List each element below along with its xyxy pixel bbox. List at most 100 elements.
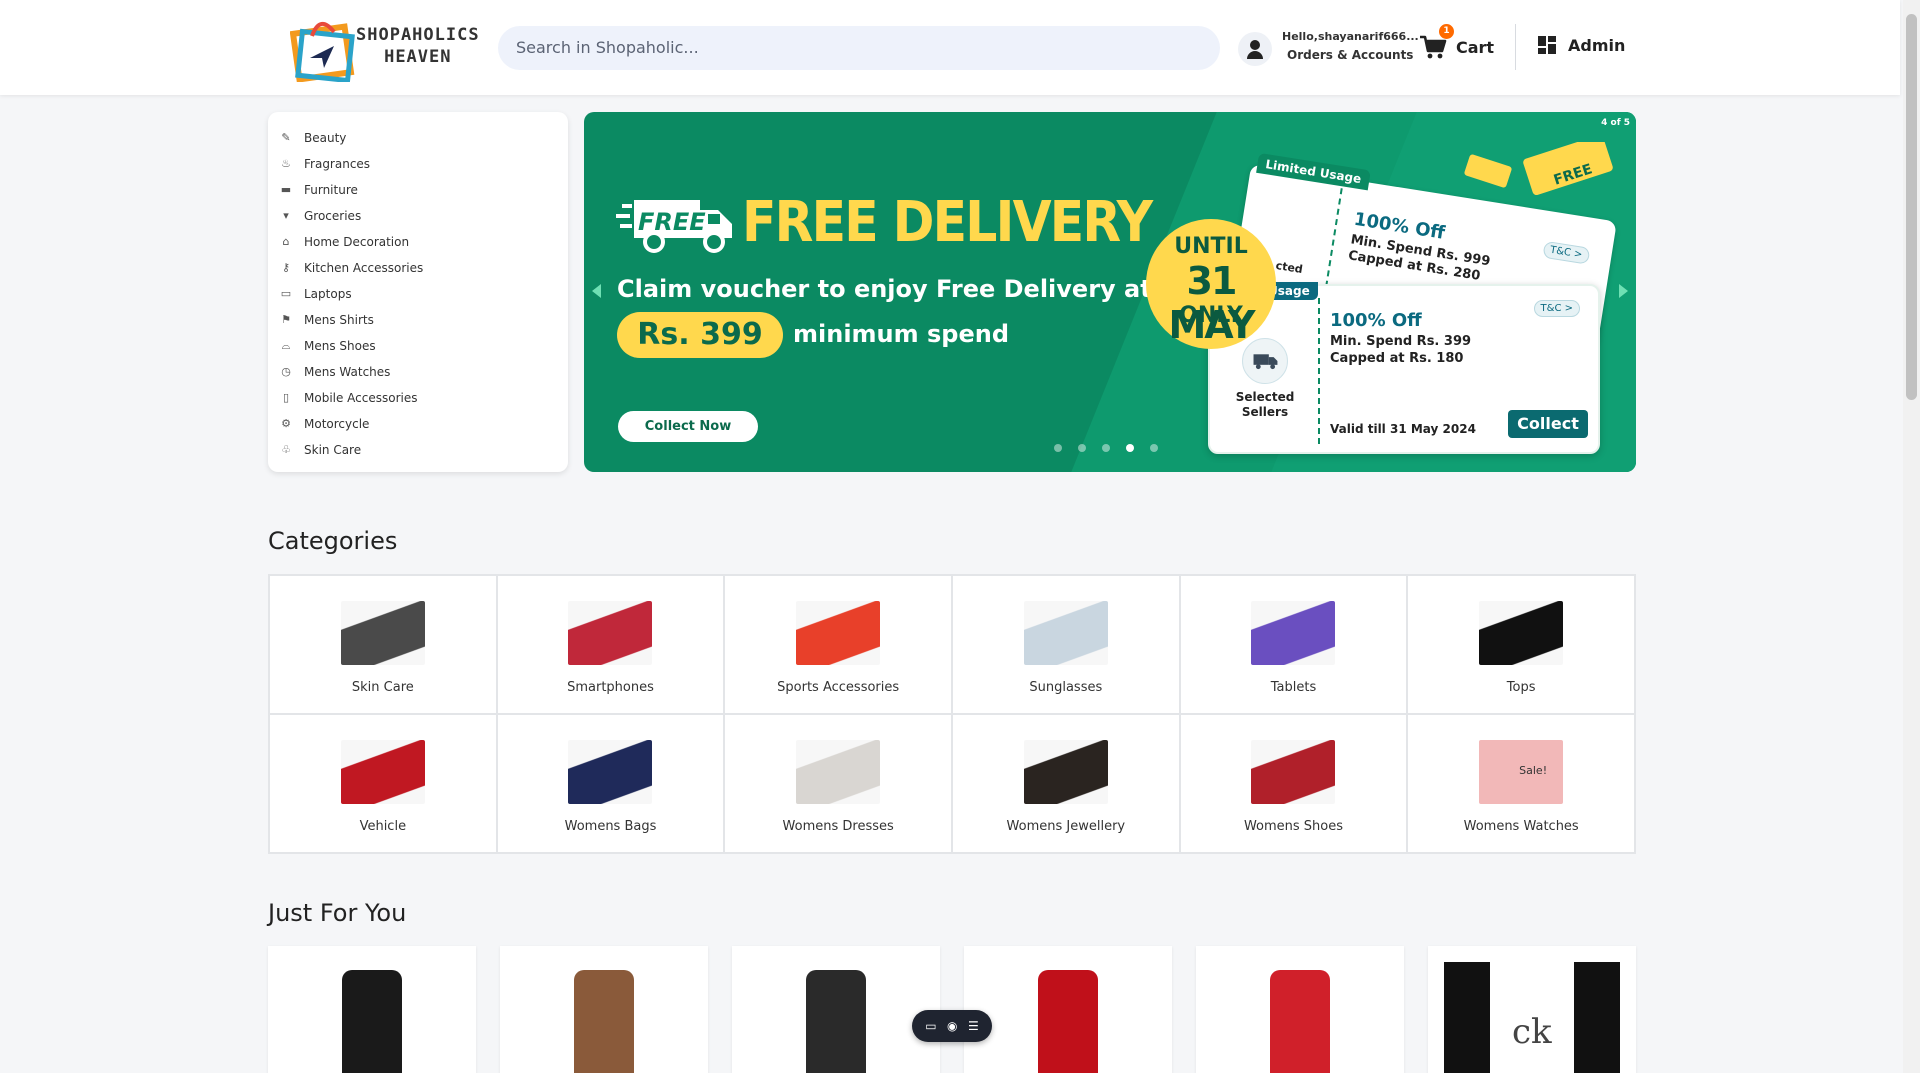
category-label: Womens Dresses xyxy=(782,819,894,834)
voucher-discount: 100% Off xyxy=(1330,310,1422,331)
sidebar-item-label: Groceries xyxy=(304,209,362,223)
category-card[interactable]: Sale! Womens Watches xyxy=(1407,714,1635,853)
sidebar-item[interactable]: ♧ Skin Care xyxy=(268,437,568,463)
category-label: Womens Jewellery xyxy=(1006,819,1126,834)
dashboard-icon xyxy=(1538,36,1556,54)
motorcycle-icon: ⚙ xyxy=(281,417,291,430)
category-label: Skin Care xyxy=(351,680,414,695)
just-for-you-title: Just For You xyxy=(268,899,407,927)
product-card[interactable] xyxy=(500,946,708,1073)
site-header: SHOPAHOLICS HEAVEN Search in Shopaholic.… xyxy=(0,0,1900,95)
brush-icon: ✎ xyxy=(281,131,291,144)
category-card[interactable]: Womens Dresses xyxy=(724,714,952,853)
category-card[interactable]: Womens Shoes xyxy=(1179,714,1408,853)
sidebar-item-label: Fragrances xyxy=(304,157,371,171)
carousel-next-arrow-icon[interactable] xyxy=(1619,284,1628,298)
promo-banner-carousel[interactable]: 4 of 5 FREE FREE DELIVERY Claim voucher … xyxy=(584,112,1636,472)
voucher-cap: Capped at Rs. 180 xyxy=(1330,351,1464,366)
sidebar-item[interactable]: ▾ Groceries xyxy=(268,203,568,229)
watch-icon: ◷ xyxy=(281,365,291,378)
carousel-dot[interactable] xyxy=(1078,444,1086,452)
sidebar-item-label: Mens Shoes xyxy=(304,339,376,353)
sidebar-item[interactable]: ▬ Furniture xyxy=(268,177,568,203)
product-card[interactable] xyxy=(964,946,1172,1073)
sidebar-item-label: Mobile Accessories xyxy=(304,391,418,405)
account-greeting: Hello,shayanarif666... xyxy=(1282,30,1419,43)
utensils-icon: ⚷ xyxy=(281,261,291,274)
sidebar-item[interactable]: ⌂ Home Decoration xyxy=(268,229,568,255)
category-card[interactable]: Vehicle xyxy=(269,714,497,853)
category-label: Womens Shoes xyxy=(1243,819,1344,834)
category-card[interactable]: Womens Bags xyxy=(496,714,725,853)
voucher-terms-link[interactable]: T&C > xyxy=(1541,240,1591,265)
view-icon[interactable]: ◉ xyxy=(947,1019,957,1033)
sidebar-item[interactable]: ♨ Fragrances xyxy=(268,151,568,177)
category-image xyxy=(568,740,653,804)
site-logo[interactable]: SHOPAHOLICS HEAVEN xyxy=(290,10,479,84)
category-card[interactable]: Sports Accessories xyxy=(724,575,952,714)
sidebar-item-label: Motorcycle xyxy=(304,417,370,431)
category-image xyxy=(1251,601,1336,665)
sidebar-item[interactable]: ▭ Laptops xyxy=(268,281,568,307)
shoe-icon: ⌓ xyxy=(281,339,291,352)
sidebar-item-label: Beauty xyxy=(304,131,347,145)
user-icon xyxy=(1238,32,1272,66)
page-scrollbar[interactable] xyxy=(1903,0,1920,1073)
category-card[interactable]: Smartphones xyxy=(496,575,725,714)
carousel-dot[interactable] xyxy=(1054,444,1062,452)
categories-grid: Skin Care Smartphones Sports Accessories Su… xyxy=(268,574,1636,854)
menu-icon[interactable]: ☰ xyxy=(968,1019,979,1033)
carousel-dot[interactable] xyxy=(1150,444,1158,452)
product-card[interactable] xyxy=(732,946,940,1073)
admin-button[interactable]: Admin xyxy=(1538,34,1628,60)
product-card[interactable] xyxy=(1196,946,1404,1073)
account-menu[interactable]: Hello,shayanarif666... Orders & Accounts xyxy=(1238,26,1419,70)
voucher-min-spend: Min. Spend Rs. 399 xyxy=(1330,334,1472,349)
category-card[interactable]: Tablets xyxy=(1179,575,1408,714)
sidebar-item-label: Mens Watches xyxy=(304,365,391,379)
cart-label: Cart xyxy=(1456,38,1495,57)
category-card[interactable]: Tops xyxy=(1407,575,1635,714)
category-image xyxy=(1023,601,1108,665)
product-card[interactable] xyxy=(268,946,476,1073)
sidebar-item[interactable]: ▯ Mobile Accessories xyxy=(268,385,568,411)
category-image xyxy=(796,740,881,804)
header-divider xyxy=(1515,24,1516,70)
sidebar-item-label: Skin Care xyxy=(304,443,362,457)
collect-now-button[interactable]: Collect Now xyxy=(618,411,758,442)
mascara-image xyxy=(342,970,402,1073)
category-label: Womens Bags xyxy=(564,819,657,834)
category-card[interactable]: Womens Jewellery xyxy=(952,714,1180,853)
floating-toolbar[interactable]: ▭ ◉ ☰ xyxy=(912,1010,992,1042)
admin-label: Admin xyxy=(1568,36,1626,55)
category-image xyxy=(1251,740,1336,804)
search-input[interactable]: Search in Shopaholic... xyxy=(498,26,1220,70)
sidebar-item[interactable]: ◷ Mens Watches xyxy=(268,359,568,385)
powder-compact-image xyxy=(806,970,866,1073)
sidebar-item[interactable]: ⚑ Mens Shirts xyxy=(268,307,568,333)
sidebar-item-label: Laptops xyxy=(304,287,352,301)
sidebar-item-label: Home Decoration xyxy=(304,235,410,249)
until-date-badge: UNTIL 31 MAY ONLY xyxy=(1146,219,1276,349)
voucher-divider xyxy=(1323,188,1343,298)
categories-title: Categories xyxy=(268,527,398,555)
sidebar-item[interactable]: ⌓ Mens Shoes xyxy=(268,333,568,359)
carousel-prev-arrow-icon[interactable] xyxy=(592,284,601,298)
carousel-dot[interactable] xyxy=(1126,444,1134,452)
sidebar-item[interactable]: ⚙ Motorcycle xyxy=(268,411,568,437)
scrollbar-thumb[interactable] xyxy=(1906,14,1917,400)
category-card[interactable]: Skin Care xyxy=(269,575,497,714)
product-card[interactable]: ck xyxy=(1428,946,1636,1073)
sidebar-item[interactable]: ✎ Beauty xyxy=(268,125,568,151)
cart-button[interactable]: 1 Cart xyxy=(1418,24,1518,70)
sidebar-item[interactable]: ⚷ Kitchen Accessories xyxy=(268,255,568,281)
carousel-dots xyxy=(1054,444,1158,452)
orders-accounts-link[interactable]: Orders & Accounts xyxy=(1287,48,1413,62)
voucher-collect-button[interactable]: Collect xyxy=(1508,410,1588,438)
category-label: Womens Watches xyxy=(1463,819,1579,834)
free-badge-text: FREE xyxy=(638,208,706,236)
category-card[interactable]: Sunglasses xyxy=(952,575,1180,714)
comment-icon[interactable]: ▭ xyxy=(925,1019,936,1033)
carousel-dot[interactable] xyxy=(1102,444,1110,452)
voucher-terms-link[interactable]: T&C > xyxy=(1533,300,1580,317)
